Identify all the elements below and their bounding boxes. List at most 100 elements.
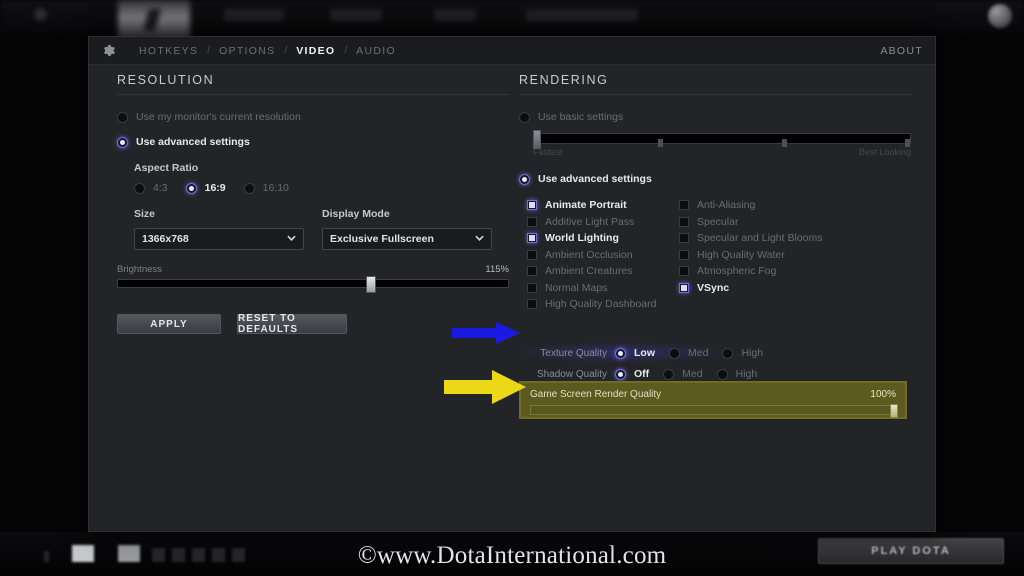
topbar-nav-1[interactable] xyxy=(224,9,284,21)
shadow-quality-off-dot xyxy=(615,368,626,380)
settings-tab-bar: HOTKEYS / OPTIONS / VIDEO / AUDIO ABOUT xyxy=(89,37,935,65)
radio-basic-settings-label: Use basic settings xyxy=(538,111,624,123)
checkbox-box xyxy=(527,282,537,293)
checkbox-specular[interactable]: Specular xyxy=(679,214,879,231)
brightness-slider-knob[interactable] xyxy=(366,276,377,293)
render-quality-slider-knob[interactable] xyxy=(890,404,898,418)
aspect-ratio-16-9-dot xyxy=(185,182,197,194)
aspect-ratio-4-3[interactable]: 4:3 xyxy=(134,182,168,194)
aspect-ratio-16-9[interactable]: 16:9 xyxy=(185,182,226,194)
texture-quality-med-label: Med xyxy=(688,347,709,359)
size-dropdown[interactable]: 1366x768 xyxy=(134,228,304,250)
checkbox-box xyxy=(527,216,537,227)
about-link[interactable]: ABOUT xyxy=(880,37,923,65)
size-group: Size 1366x768 xyxy=(134,208,304,250)
checkbox-label: Ambient Creatures xyxy=(545,265,633,278)
texture-quality-med[interactable]: Med xyxy=(669,347,708,359)
user-avatar[interactable] xyxy=(988,4,1012,28)
radio-basic-settings[interactable]: Use basic settings xyxy=(519,111,911,123)
checkbox-normal-maps[interactable]: Normal Maps xyxy=(527,280,679,297)
checkbox-box xyxy=(527,249,537,260)
shadow-quality-off-label: Off xyxy=(634,368,650,380)
tab-options[interactable]: OPTIONS xyxy=(210,37,284,65)
aspect-ratio-16-10-dot xyxy=(243,182,255,194)
rendering-section: RENDERING Use basic settings Fastest Bes… xyxy=(515,73,911,419)
blue-arrow-annotation xyxy=(452,322,520,344)
render-quality-highlight-box: Game Screen Render Quality 100% xyxy=(519,381,907,419)
gear-icon[interactable] xyxy=(99,42,116,59)
shadow-quality-off[interactable]: Off xyxy=(615,368,649,380)
checkbox-label: Additive Light Pass xyxy=(545,215,635,228)
resolution-buttons: APPLY RESET TO DEFAULTS xyxy=(117,313,509,335)
display-mode-label: Display Mode xyxy=(322,208,390,220)
rendering-checkbox-column-right: Anti-Aliasing Specular Specular and Light … xyxy=(679,197,879,313)
checkbox-box xyxy=(679,266,689,277)
checkbox-box xyxy=(679,200,689,211)
radio-monitor-resolution[interactable]: Use my monitor's current resolution xyxy=(117,111,509,123)
tab-audio[interactable]: AUDIO xyxy=(347,37,405,65)
checkbox-label: Specular xyxy=(697,215,739,228)
checkbox-label: Anti-Aliasing xyxy=(697,199,756,212)
brightness-slider[interactable] xyxy=(117,276,509,293)
aspect-ratio-16-10[interactable]: 16:10 xyxy=(243,182,289,194)
topbar-nav-2[interactable] xyxy=(330,9,382,21)
shadow-quality-med[interactable]: Med xyxy=(663,368,703,380)
texture-quality-high-dot xyxy=(722,347,734,359)
aspect-ratio-16-10-label: 16:10 xyxy=(262,182,289,194)
texture-quality-high[interactable]: High xyxy=(722,347,763,359)
shadow-quality-high[interactable]: High xyxy=(716,368,758,380)
size-value: 1366x768 xyxy=(142,233,189,245)
checkbox-ambient-occlusion[interactable]: Ambient Occlusion xyxy=(527,247,679,264)
display-mode-dropdown[interactable]: Exclusive Fullscreen xyxy=(322,228,492,250)
topbar-nav-3[interactable] xyxy=(434,9,476,21)
checkbox-box xyxy=(527,200,537,211)
tab-video[interactable]: VIDEO xyxy=(287,37,344,65)
checkbox-vsync[interactable]: VSync xyxy=(679,280,879,297)
aspect-ratio-group: Aspect Ratio 4:3 16:9 16:10 Size 1366x76… xyxy=(117,162,509,250)
checkbox-atmospheric-fog[interactable]: Atmospheric Fog xyxy=(679,263,879,280)
size-label: Size xyxy=(134,208,156,220)
checkbox-world-lighting[interactable]: World Lighting xyxy=(527,230,679,247)
checkbox-high-quality-dashboard[interactable]: High Quality Dashboard xyxy=(527,296,679,313)
shadow-quality-high-label: High xyxy=(735,368,758,380)
radio-advanced-resolution-dot xyxy=(117,136,128,148)
shadow-quality-med-label: Med xyxy=(682,368,703,380)
checkbox-label: World Lighting xyxy=(545,232,619,245)
radio-advanced-resolution-label: Use advanced settings xyxy=(136,136,250,148)
render-quality-slider[interactable] xyxy=(530,404,898,418)
texture-quality-label: Texture Quality xyxy=(540,347,607,359)
checkbox-additive-light-pass[interactable]: Additive Light Pass xyxy=(527,214,679,231)
shadow-quality-label: Shadow Quality xyxy=(536,368,607,380)
checkbox-label: Atmospheric Fog xyxy=(697,265,777,278)
checkbox-high-quality-water[interactable]: High Quality Water xyxy=(679,247,879,264)
checkbox-label: Ambient Occlusion xyxy=(545,248,633,261)
checkbox-box xyxy=(527,266,537,277)
play-dota-button[interactable]: PLAY DOTA xyxy=(818,538,1004,564)
display-mode-group: Display Mode Exclusive Fullscreen xyxy=(322,208,492,250)
checkbox-specular-and-light-blooms[interactable]: Specular and Light Blooms xyxy=(679,230,879,247)
reset-to-defaults-button[interactable]: RESET TO DEFAULTS xyxy=(237,313,347,335)
texture-quality-high-label: High xyxy=(741,347,764,359)
rendering-checkbox-column-left: Animate Portrait Additive Light Pass World… xyxy=(527,197,679,313)
apply-button[interactable]: APPLY xyxy=(117,314,221,334)
basic-quality-slider-knob[interactable] xyxy=(533,130,541,149)
basic-slider-max-label: Best Looking xyxy=(858,147,911,157)
quality-rows: Texture Quality Low Med High Shadow Qual… xyxy=(515,342,779,382)
checkbox-label: High Quality Water xyxy=(697,248,785,261)
checkbox-label: VSync xyxy=(697,281,730,294)
radio-advanced-resolution[interactable]: Use advanced settings xyxy=(117,136,509,148)
topbar-left-icon xyxy=(34,8,47,21)
checkbox-animate-portrait[interactable]: Animate Portrait xyxy=(527,197,679,214)
tab-hotkeys[interactable]: HOTKEYS xyxy=(130,37,207,65)
radio-advanced-rendering[interactable]: Use advanced settings xyxy=(519,173,911,185)
checkbox-box xyxy=(679,282,689,293)
topbar-nav-4[interactable] xyxy=(526,9,638,21)
aspect-ratio-16-9-label: 16:9 xyxy=(204,182,226,194)
texture-quality-low-label: Low xyxy=(634,347,655,359)
checkbox-anti-aliasing[interactable]: Anti-Aliasing xyxy=(679,197,879,214)
checkbox-ambient-creatures[interactable]: Ambient Creatures xyxy=(527,263,679,280)
resolution-title: RESOLUTION xyxy=(117,73,509,95)
basic-quality-slider[interactable] xyxy=(533,130,911,149)
radio-advanced-rendering-label: Use advanced settings xyxy=(538,173,652,185)
texture-quality-low[interactable]: Low xyxy=(615,347,655,359)
